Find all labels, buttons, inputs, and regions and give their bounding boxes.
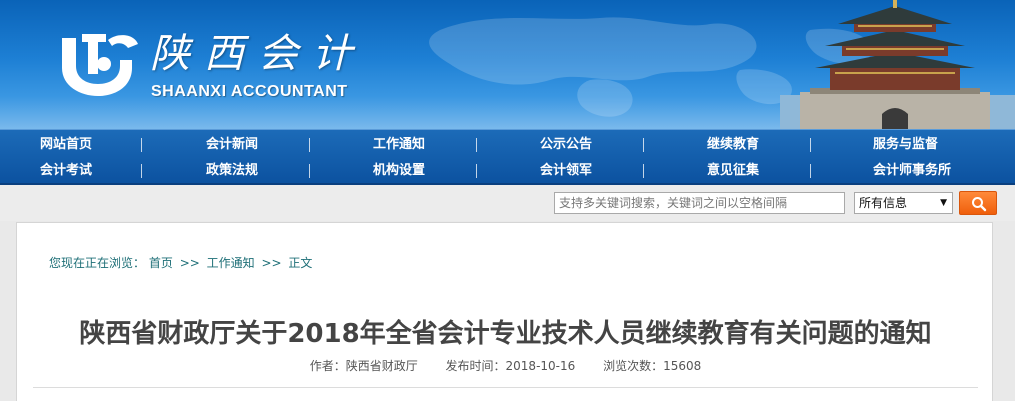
article-publish-time: 发布时间：2018-10-16 bbox=[445, 359, 576, 373]
bell-tower-image bbox=[780, 0, 1015, 129]
site-logo-icon bbox=[62, 34, 138, 96]
search-scope-select[interactable]: 所有信息 ▼ bbox=[854, 192, 953, 214]
nav-separator bbox=[643, 164, 644, 178]
nav-continuing-education[interactable]: 继续教育 bbox=[707, 132, 847, 158]
breadcrumb-separator: >> bbox=[261, 256, 282, 270]
breadcrumb-home[interactable]: 首页 bbox=[149, 255, 173, 271]
nav-row-1: 网站首页 会计新闻 工作通知 公示公告 继续教育 服务与监督 bbox=[0, 132, 1015, 158]
nav-separator bbox=[476, 138, 477, 152]
logo-english-text: SHAANXI ACCOUNTANT bbox=[151, 83, 348, 100]
nav-accounting-exams[interactable]: 会计考试 bbox=[40, 158, 180, 184]
nav-service-supervision[interactable]: 服务与监督 bbox=[873, 132, 1013, 158]
breadcrumb-current: 正文 bbox=[288, 256, 313, 270]
nav-separator bbox=[309, 164, 310, 178]
nav-separator bbox=[309, 138, 310, 152]
site-banner: 陕西会计 SHAANXI ACCOUNTANT bbox=[0, 0, 1015, 129]
nav-separator bbox=[810, 164, 811, 178]
chevron-down-icon: ▼ bbox=[940, 198, 947, 208]
article-meta: 作者：陕西省财政厅 发布时间：2018-10-16 浏览次数：15608 bbox=[17, 358, 994, 374]
search-input[interactable] bbox=[554, 192, 845, 214]
breadcrumb-separator: >> bbox=[179, 256, 200, 270]
article-view-count: 浏览次数：15608 bbox=[603, 359, 702, 373]
search-bar: 所有信息 ▼ bbox=[0, 185, 1015, 221]
article-author: 作者：陕西省财政厅 bbox=[309, 359, 418, 373]
article-panel: 您现在正在浏览： 首页 >> 工作通知 >> 正文 陕西省财政厅关于2018年全… bbox=[16, 222, 993, 401]
nav-separator bbox=[643, 138, 644, 152]
nav-separator bbox=[141, 164, 142, 178]
logo-chinese-text: 陕西会计 bbox=[150, 31, 366, 77]
nav-home[interactable]: 网站首页 bbox=[40, 132, 180, 158]
article-title: 陕西省财政厅关于2018年全省会计专业技术人员继续教育有关问题的通知 bbox=[79, 319, 932, 349]
nav-public-announcements[interactable]: 公示公告 bbox=[540, 132, 680, 158]
nav-accounting-firms[interactable]: 会计师事务所 bbox=[873, 158, 1013, 184]
nav-separator bbox=[810, 138, 811, 152]
nav-accounting-news[interactable]: 会计新闻 bbox=[206, 132, 346, 158]
breadcrumb-work-notices[interactable]: 工作通知 bbox=[207, 255, 255, 271]
nav-separator bbox=[141, 138, 142, 152]
nav-row-2: 会计考试 政策法规 机构设置 会计领军 意见征集 会计师事务所 bbox=[0, 158, 1015, 184]
search-button[interactable] bbox=[959, 191, 997, 215]
nav-organization[interactable]: 机构设置 bbox=[373, 158, 513, 184]
nav-policies-regulations[interactable]: 政策法规 bbox=[206, 158, 346, 184]
nav-separator bbox=[476, 164, 477, 178]
nav-accounting-leaders[interactable]: 会计领军 bbox=[540, 158, 680, 184]
nav-work-notices[interactable]: 工作通知 bbox=[373, 132, 513, 158]
search-scope-value: 所有信息 bbox=[859, 196, 908, 210]
divider bbox=[33, 387, 978, 388]
breadcrumb: 您现在正在浏览： 首页 >> 工作通知 >> 正文 bbox=[49, 255, 312, 271]
breadcrumb-prefix: 您现在正在浏览： bbox=[49, 256, 146, 270]
nav-feedback[interactable]: 意见征集 bbox=[707, 158, 847, 184]
search-icon bbox=[972, 197, 987, 212]
main-navigation: 网站首页 会计新闻 工作通知 公示公告 继续教育 服务与监督 会计考试 政策法规… bbox=[0, 129, 1015, 185]
